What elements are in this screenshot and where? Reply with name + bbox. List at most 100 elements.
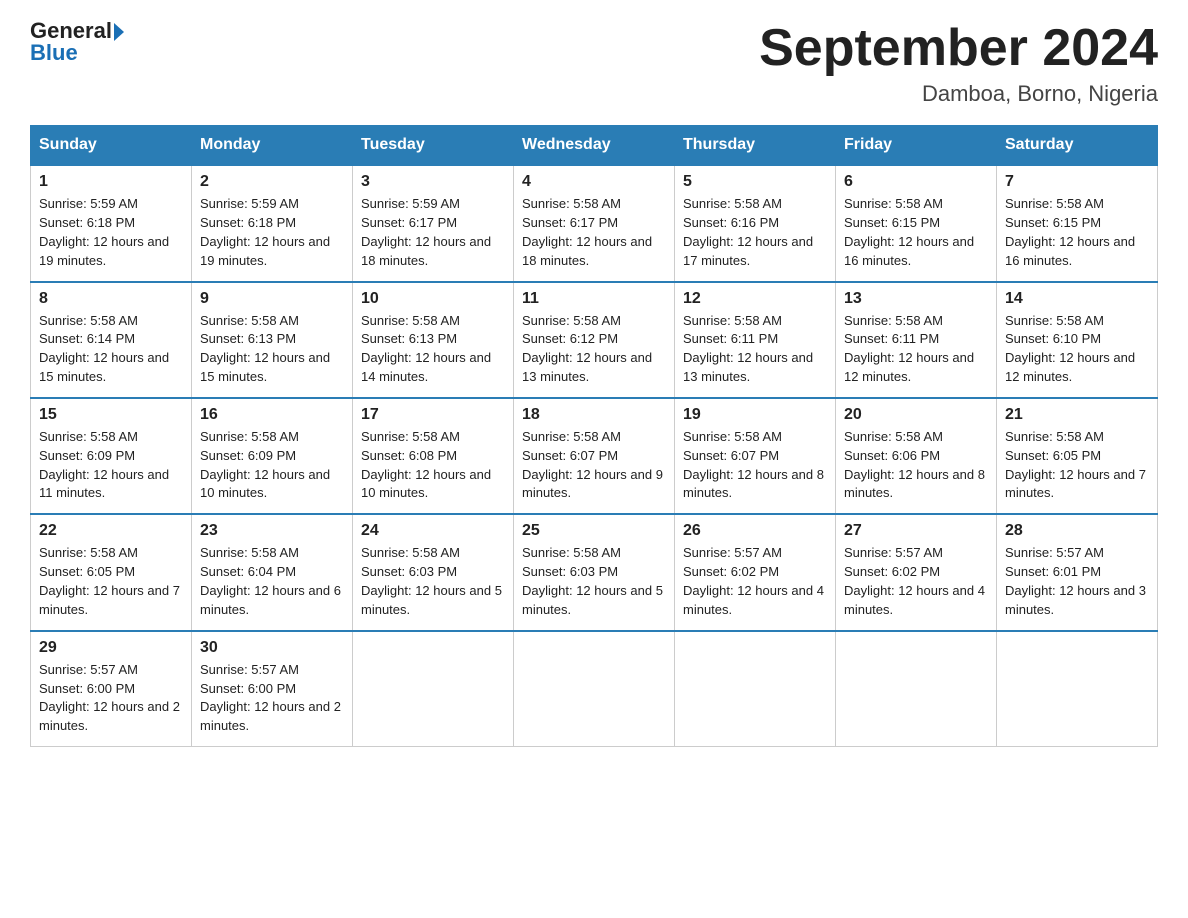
daylight-label: Daylight: 12 hours and 8 minutes. xyxy=(683,467,824,501)
sunset-label: Sunset: 6:15 PM xyxy=(1005,215,1101,230)
day-info: Sunrise: 5:58 AM Sunset: 6:06 PM Dayligh… xyxy=(844,428,988,503)
sunrise-label: Sunrise: 5:59 AM xyxy=(39,196,138,211)
weekday-header-tuesday: Tuesday xyxy=(353,126,514,166)
sunset-label: Sunset: 6:12 PM xyxy=(522,331,618,346)
sunset-label: Sunset: 6:07 PM xyxy=(683,448,779,463)
calendar-cell xyxy=(836,631,997,747)
day-number: 17 xyxy=(361,406,505,424)
day-info: Sunrise: 5:58 AM Sunset: 6:05 PM Dayligh… xyxy=(1005,428,1149,503)
day-info: Sunrise: 5:58 AM Sunset: 6:13 PM Dayligh… xyxy=(361,312,505,387)
sunset-label: Sunset: 6:08 PM xyxy=(361,448,457,463)
calendar-cell: 30 Sunrise: 5:57 AM Sunset: 6:00 PM Dayl… xyxy=(192,631,353,747)
weekday-header-saturday: Saturday xyxy=(997,126,1158,166)
calendar-cell: 20 Sunrise: 5:58 AM Sunset: 6:06 PM Dayl… xyxy=(836,398,997,514)
day-number: 23 xyxy=(200,522,344,540)
calendar-cell: 1 Sunrise: 5:59 AM Sunset: 6:18 PM Dayli… xyxy=(31,165,192,281)
sunset-label: Sunset: 6:11 PM xyxy=(844,331,939,346)
day-info: Sunrise: 5:58 AM Sunset: 6:17 PM Dayligh… xyxy=(522,195,666,270)
day-info: Sunrise: 5:58 AM Sunset: 6:03 PM Dayligh… xyxy=(361,544,505,619)
calendar-cell: 17 Sunrise: 5:58 AM Sunset: 6:08 PM Dayl… xyxy=(353,398,514,514)
day-number: 29 xyxy=(39,639,183,657)
sunset-label: Sunset: 6:02 PM xyxy=(844,564,940,579)
calendar-cell: 28 Sunrise: 5:57 AM Sunset: 6:01 PM Dayl… xyxy=(997,514,1158,630)
calendar-cell: 11 Sunrise: 5:58 AM Sunset: 6:12 PM Dayl… xyxy=(514,282,675,398)
sunset-label: Sunset: 6:04 PM xyxy=(200,564,296,579)
day-info: Sunrise: 5:58 AM Sunset: 6:07 PM Dayligh… xyxy=(522,428,666,503)
day-info: Sunrise: 5:59 AM Sunset: 6:18 PM Dayligh… xyxy=(39,195,183,270)
daylight-label: Daylight: 12 hours and 2 minutes. xyxy=(39,699,180,733)
day-number: 19 xyxy=(683,406,827,424)
daylight-label: Daylight: 12 hours and 18 minutes. xyxy=(522,234,652,268)
sunrise-label: Sunrise: 5:58 AM xyxy=(361,313,460,328)
sunrise-label: Sunrise: 5:58 AM xyxy=(361,545,460,560)
day-info: Sunrise: 5:58 AM Sunset: 6:14 PM Dayligh… xyxy=(39,312,183,387)
day-number: 27 xyxy=(844,522,988,540)
sunrise-label: Sunrise: 5:58 AM xyxy=(844,429,943,444)
sunset-label: Sunset: 6:05 PM xyxy=(39,564,135,579)
day-info: Sunrise: 5:57 AM Sunset: 6:02 PM Dayligh… xyxy=(683,544,827,619)
location-title: Damboa, Borno, Nigeria xyxy=(759,81,1158,107)
day-number: 4 xyxy=(522,173,666,191)
weekday-header-monday: Monday xyxy=(192,126,353,166)
day-info: Sunrise: 5:58 AM Sunset: 6:11 PM Dayligh… xyxy=(844,312,988,387)
day-number: 9 xyxy=(200,290,344,308)
sunrise-label: Sunrise: 5:58 AM xyxy=(1005,196,1104,211)
day-number: 21 xyxy=(1005,406,1149,424)
calendar-week-row: 8 Sunrise: 5:58 AM Sunset: 6:14 PM Dayli… xyxy=(31,282,1158,398)
calendar-cell: 2 Sunrise: 5:59 AM Sunset: 6:18 PM Dayli… xyxy=(192,165,353,281)
day-info: Sunrise: 5:58 AM Sunset: 6:11 PM Dayligh… xyxy=(683,312,827,387)
day-number: 22 xyxy=(39,522,183,540)
sunset-label: Sunset: 6:03 PM xyxy=(522,564,618,579)
daylight-label: Daylight: 12 hours and 8 minutes. xyxy=(844,467,985,501)
daylight-label: Daylight: 12 hours and 16 minutes. xyxy=(844,234,974,268)
weekday-header-wednesday: Wednesday xyxy=(514,126,675,166)
daylight-label: Daylight: 12 hours and 13 minutes. xyxy=(522,350,652,384)
logo-line2: Blue xyxy=(30,40,78,66)
calendar-cell: 10 Sunrise: 5:58 AM Sunset: 6:13 PM Dayl… xyxy=(353,282,514,398)
day-number: 26 xyxy=(683,522,827,540)
calendar-cell: 29 Sunrise: 5:57 AM Sunset: 6:00 PM Dayl… xyxy=(31,631,192,747)
sunrise-label: Sunrise: 5:57 AM xyxy=(683,545,782,560)
day-info: Sunrise: 5:59 AM Sunset: 6:17 PM Dayligh… xyxy=(361,195,505,270)
daylight-label: Daylight: 12 hours and 13 minutes. xyxy=(683,350,813,384)
calendar-week-row: 15 Sunrise: 5:58 AM Sunset: 6:09 PM Dayl… xyxy=(31,398,1158,514)
sunrise-label: Sunrise: 5:57 AM xyxy=(200,662,299,677)
day-info: Sunrise: 5:57 AM Sunset: 6:01 PM Dayligh… xyxy=(1005,544,1149,619)
sunset-label: Sunset: 6:07 PM xyxy=(522,448,618,463)
calendar-cell: 23 Sunrise: 5:58 AM Sunset: 6:04 PM Dayl… xyxy=(192,514,353,630)
sunset-label: Sunset: 6:03 PM xyxy=(361,564,457,579)
weekday-header-friday: Friday xyxy=(836,126,997,166)
day-info: Sunrise: 5:58 AM Sunset: 6:12 PM Dayligh… xyxy=(522,312,666,387)
sunset-label: Sunset: 6:13 PM xyxy=(361,331,457,346)
day-number: 24 xyxy=(361,522,505,540)
sunrise-label: Sunrise: 5:58 AM xyxy=(522,429,621,444)
sunset-label: Sunset: 6:11 PM xyxy=(683,331,778,346)
calendar-cell: 27 Sunrise: 5:57 AM Sunset: 6:02 PM Dayl… xyxy=(836,514,997,630)
day-info: Sunrise: 5:58 AM Sunset: 6:10 PM Dayligh… xyxy=(1005,312,1149,387)
calendar-cell xyxy=(997,631,1158,747)
calendar-cell: 18 Sunrise: 5:58 AM Sunset: 6:07 PM Dayl… xyxy=(514,398,675,514)
sunrise-label: Sunrise: 5:58 AM xyxy=(683,429,782,444)
sunrise-label: Sunrise: 5:58 AM xyxy=(522,313,621,328)
day-info: Sunrise: 5:58 AM Sunset: 6:13 PM Dayligh… xyxy=(200,312,344,387)
daylight-label: Daylight: 12 hours and 12 minutes. xyxy=(1005,350,1135,384)
day-number: 18 xyxy=(522,406,666,424)
daylight-label: Daylight: 12 hours and 2 minutes. xyxy=(200,699,341,733)
daylight-label: Daylight: 12 hours and 4 minutes. xyxy=(683,583,824,617)
calendar-cell: 19 Sunrise: 5:58 AM Sunset: 6:07 PM Dayl… xyxy=(675,398,836,514)
sunrise-label: Sunrise: 5:58 AM xyxy=(200,313,299,328)
calendar-week-row: 1 Sunrise: 5:59 AM Sunset: 6:18 PM Dayli… xyxy=(31,165,1158,281)
sunrise-label: Sunrise: 5:58 AM xyxy=(522,196,621,211)
day-number: 2 xyxy=(200,173,344,191)
day-info: Sunrise: 5:58 AM Sunset: 6:04 PM Dayligh… xyxy=(200,544,344,619)
sunrise-label: Sunrise: 5:58 AM xyxy=(683,196,782,211)
daylight-label: Daylight: 12 hours and 17 minutes. xyxy=(683,234,813,268)
daylight-label: Daylight: 12 hours and 4 minutes. xyxy=(844,583,985,617)
day-info: Sunrise: 5:58 AM Sunset: 6:15 PM Dayligh… xyxy=(844,195,988,270)
day-number: 16 xyxy=(200,406,344,424)
calendar-cell xyxy=(514,631,675,747)
calendar-cell: 26 Sunrise: 5:57 AM Sunset: 6:02 PM Dayl… xyxy=(675,514,836,630)
sunrise-label: Sunrise: 5:58 AM xyxy=(200,429,299,444)
daylight-label: Daylight: 12 hours and 15 minutes. xyxy=(200,350,330,384)
sunrise-label: Sunrise: 5:58 AM xyxy=(361,429,460,444)
